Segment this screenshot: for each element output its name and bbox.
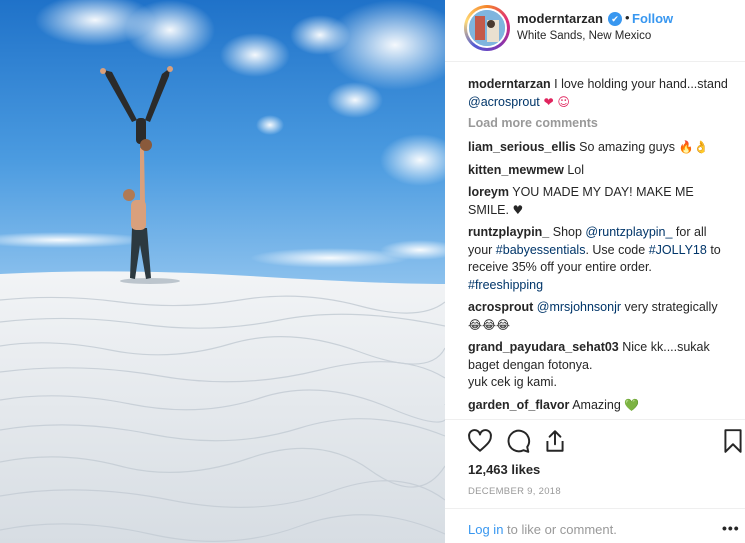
avatar[interactable] <box>467 8 507 48</box>
login-prompt-text: to like or comment. <box>503 522 617 537</box>
comments-list: moderntarzan I love holding your hand...… <box>468 76 730 419</box>
comment-username[interactable]: runtzplaypin_ <box>468 225 549 239</box>
photo-scene <box>0 0 445 543</box>
comment-text-2: yuk cek ig kami. <box>468 375 557 389</box>
action-bar <box>467 428 745 456</box>
comment-text: Shop <box>549 225 586 239</box>
load-more-comments-button[interactable]: Load more comments <box>468 116 730 130</box>
comment-username[interactable]: acrosprout <box>468 300 533 314</box>
comment-text: So amazing guys <box>575 140 679 154</box>
bookmark-icon <box>724 429 742 453</box>
comment-text: Amazing <box>569 397 625 412</box>
hashtag-link[interactable]: #JOLLY18 <box>649 243 707 257</box>
avatar-photo-icon <box>469 10 505 46</box>
comment-item: acrosprout @mrsjohnsonjr very strategica… <box>468 299 730 334</box>
speech-bubble-icon <box>507 429 531 453</box>
comment-item: kitten_mewmew Lol <box>468 162 730 180</box>
comment-text: Lol <box>563 162 585 177</box>
caption-text: I love holding your hand...stand <box>550 77 728 91</box>
share-upload-icon <box>546 430 564 452</box>
black-heart-emoji-icon: ♥ <box>512 202 524 217</box>
divider <box>445 508 745 509</box>
verified-badge-icon: ✔ <box>608 12 622 26</box>
location-link[interactable]: White Sands, New Mexico <box>517 30 651 42</box>
fire-ok-emoji-icon: 🔥👌 <box>678 140 709 154</box>
post-header: moderntarzan ✔ • Follow White Sands, New… <box>445 0 745 62</box>
heart-outline-icon <box>468 429 492 452</box>
hashtag-link[interactable]: #babyessentials <box>496 243 586 257</box>
login-prompt: Log in to like or comment. <box>468 522 617 537</box>
header-username[interactable]: moderntarzan <box>517 11 603 26</box>
post-sidebar: moderntarzan ✔ • Follow White Sands, New… <box>445 0 745 543</box>
comment-item: grand_payudara_sehat03 Nice kk....sukak … <box>468 339 730 392</box>
comment-username[interactable]: garden_of_flavor <box>468 398 569 412</box>
comment-username[interactable]: kitten_mewmew <box>468 163 564 177</box>
hashtag-link[interactable]: #freeshipping <box>468 278 543 292</box>
comment-button[interactable] <box>505 428 531 454</box>
heart-emoji-icon: ❤ ☺ <box>539 94 570 109</box>
like-button[interactable] <box>467 428 493 454</box>
likes-count[interactable]: 12,463 likes <box>468 462 540 477</box>
comment-username[interactable]: grand_payudara_sehat03 <box>468 340 619 354</box>
instagram-post: moderntarzan ✔ • Follow White Sands, New… <box>0 0 745 543</box>
comment-text-3: . Use code <box>585 242 649 257</box>
caption: moderntarzan I love holding your hand...… <box>468 76 730 111</box>
comment-item: runtzplaypin_ Shop @runtzplaypin_ for al… <box>468 224 730 294</box>
comment-username[interactable]: liam_serious_ellis <box>468 140 576 154</box>
comment-item: liam_serious_ellis So amazing guys 🔥👌 <box>468 139 730 157</box>
comment-item: garden_of_flavor Amazing 💚 <box>468 397 730 415</box>
caption-mention[interactable]: @acrosprout <box>468 95 540 109</box>
comment-username[interactable]: loreym <box>468 185 509 199</box>
share-button[interactable] <box>542 428 568 454</box>
comment-item: loreym YOU MADE MY DAY! MAKE ME SMILE. ♥ <box>468 184 730 219</box>
caption-username[interactable]: moderntarzan <box>468 77 551 91</box>
laughing-emoji-icon: 😂😂😂 <box>468 317 511 332</box>
comment-mention[interactable]: @runtzplaypin_ <box>585 225 672 239</box>
more-options-icon[interactable]: ••• <box>722 520 740 536</box>
comment-mention[interactable]: @mrsjohnsonjr <box>537 300 621 314</box>
follow-button[interactable]: Follow <box>632 11 673 26</box>
header-separator: • <box>625 10 630 25</box>
green-heart-emoji-icon: 💚 <box>624 397 640 412</box>
post-photo[interactable] <box>0 0 445 543</box>
comment-text-2: very strategically <box>621 300 718 314</box>
avatar-ring[interactable] <box>464 5 510 51</box>
divider <box>445 419 745 420</box>
login-link[interactable]: Log in <box>468 522 503 537</box>
save-button[interactable] <box>720 428 745 454</box>
post-date: DECEMBER 9, 2018 <box>468 486 561 497</box>
